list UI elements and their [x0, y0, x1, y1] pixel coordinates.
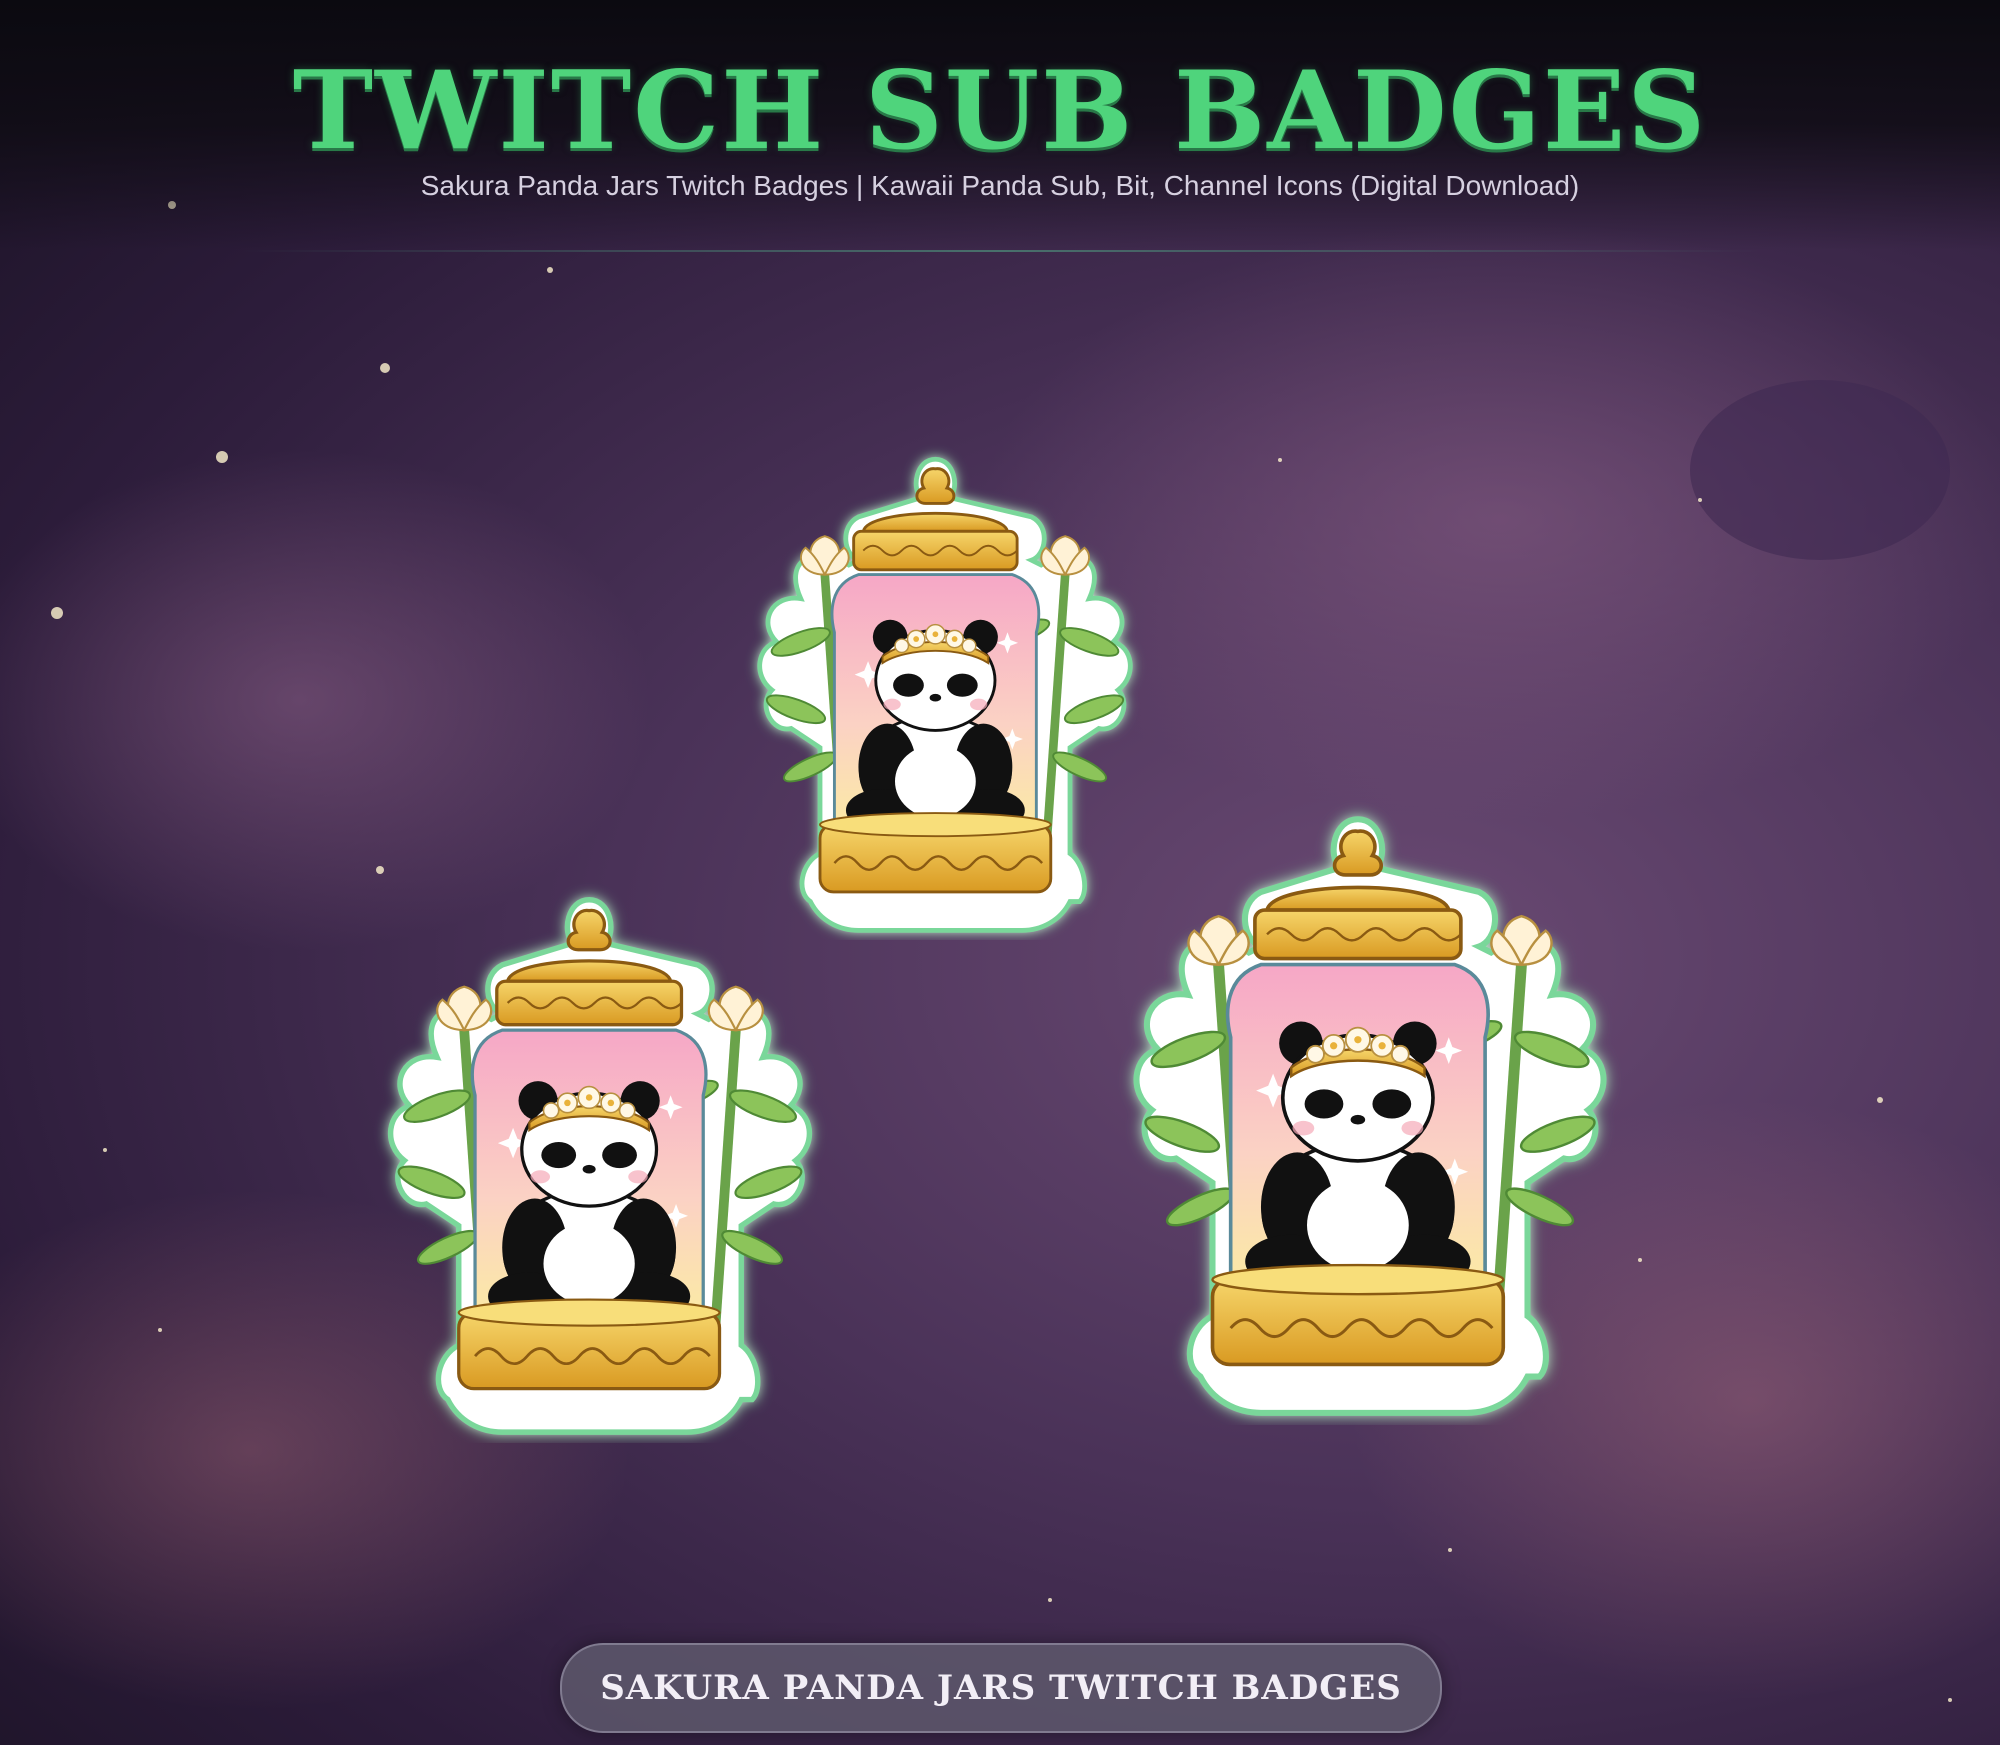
page-title: TWITCH SUB BADGES: [292, 48, 1708, 174]
panda-jar-icon: [391, 900, 810, 1432]
footer-label: SAKURA PANDA JARS TWITCH BADGES: [600, 1668, 1402, 1708]
panda-jar-badge-medium: [330, 878, 870, 1443]
footer-label-pill: SAKURA PANDA JARS TWITCH BADGES: [560, 1643, 1442, 1733]
panda-jar-icon: [1136, 819, 1603, 1413]
panda-jar-badge-large: [1070, 795, 1670, 1425]
page-subtitle: Sakura Panda Jars Twitch Badges | Kawaii…: [420, 170, 1580, 201]
divider: [240, 250, 1760, 252]
